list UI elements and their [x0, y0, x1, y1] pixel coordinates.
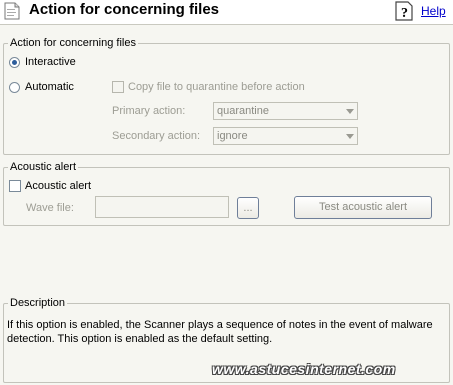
checkbox-copy-to-quarantine[interactable]: [112, 81, 124, 93]
label-wave-file: Wave file:: [26, 202, 74, 214]
group-legend: Action for concerning files: [10, 37, 136, 49]
label-copy-to-quarantine[interactable]: Copy file to quarantine before action: [128, 81, 305, 93]
radio-interactive[interactable]: [9, 57, 20, 68]
checkbox-acoustic-alert[interactable]: [9, 180, 21, 192]
page-title: Action for concerning files: [29, 1, 220, 18]
help-icon[interactable]: ?: [394, 0, 414, 22]
chevron-down-icon: [346, 134, 354, 139]
description-text: If this option is enabled, the Scanner p…: [7, 319, 433, 345]
select-primary-action[interactable]: quarantine: [213, 102, 358, 120]
chevron-down-icon: [346, 109, 354, 114]
wave-file-input[interactable]: [95, 196, 229, 218]
select-secondary-value: ignore: [217, 130, 248, 142]
test-acoustic-alert-button[interactable]: Test acoustic alert: [294, 196, 432, 219]
watermark: www.astucesinternet.com: [212, 361, 396, 377]
help-link[interactable]: Help: [421, 4, 446, 18]
select-secondary-action[interactable]: ignore: [213, 127, 358, 145]
page-header: Action for concerning files ? Help: [0, 0, 453, 25]
group-legend: Acoustic alert: [10, 161, 77, 173]
select-primary-value: quarantine: [217, 105, 269, 117]
label-acoustic-alert[interactable]: Acoustic alert: [25, 180, 91, 192]
svg-text:?: ?: [401, 6, 408, 21]
browse-button[interactable]: ...: [237, 197, 259, 219]
label-automatic[interactable]: Automatic: [25, 81, 74, 93]
group-legend: Description: [10, 297, 66, 309]
label-secondary-action: Secondary action:: [112, 130, 201, 142]
label-primary-action: Primary action:: [112, 105, 186, 117]
radio-automatic[interactable]: [9, 82, 20, 93]
label-interactive[interactable]: Interactive: [25, 56, 76, 68]
document-icon: [4, 2, 20, 20]
